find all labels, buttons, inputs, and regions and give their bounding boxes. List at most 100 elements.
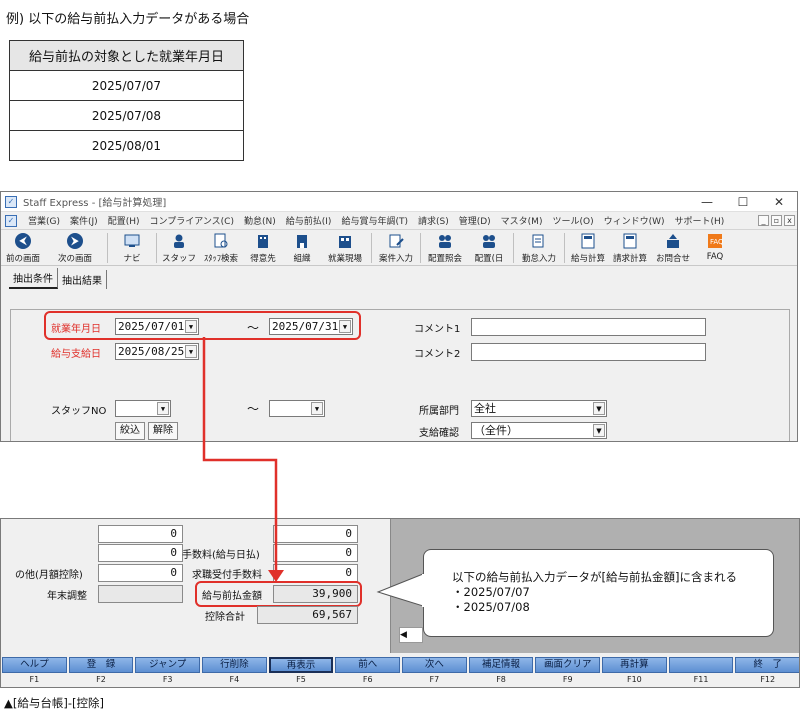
toolbar-faq-button[interactable]: FAQ FAQ [695, 230, 735, 262]
toolbar-label: 請求計算 [612, 254, 647, 264]
example-table-row: 2025/07/07 [9, 70, 244, 101]
svg-text:FAQ: FAQ [710, 238, 723, 246]
toolbar-label: 配置照会 [427, 254, 462, 264]
staff-search-icon [212, 232, 230, 250]
toolbar-back-button[interactable]: ⮜ 前の画面 [1, 230, 45, 264]
staff-no-from-combo[interactable]: ▼ [115, 400, 171, 417]
menu-tools[interactable]: ツール(O) [547, 214, 598, 227]
filter-button[interactable]: 絞込 [115, 422, 145, 440]
deduction-field[interactable]: 0 [98, 544, 183, 562]
child-restore-button[interactable]: ▫ [771, 215, 782, 226]
callout-box: 以下の給与前払入力データが[給与前払金額]に含まれる ・2025/07/07 ・… [422, 549, 774, 637]
toolbar-placement-daily-button[interactable]: 配置(日 [467, 230, 511, 264]
window-title: Staff Express - [給与計算処理] [23, 198, 167, 209]
toolbar-inquiry-button[interactable]: お問合せ [651, 230, 695, 264]
menu-advance-pay[interactable]: 給与前払(I) [281, 214, 337, 227]
dept-combo[interactable]: 全社 ▼ [471, 400, 607, 417]
fkey-clear-screen[interactable]: 画面クリア F9 [535, 657, 601, 686]
child-close-button[interactable]: x [784, 215, 795, 226]
fkey-f11[interactable]: F11 [668, 657, 734, 686]
toolbar-label: 前の画面 [5, 254, 40, 264]
minimize-button[interactable]: — [689, 195, 725, 209]
close-button[interactable]: ✕ [761, 195, 797, 209]
menu-jobs[interactable]: 案件(J) [65, 214, 103, 227]
job-application-fee-field[interactable]: 0 [273, 564, 358, 582]
tab-conditions[interactable]: 抽出条件 [9, 268, 58, 289]
toolbar-label: 組織 [293, 254, 311, 264]
fkey-refresh[interactable]: 再表示 F5 [268, 657, 334, 686]
comment2-field[interactable] [471, 343, 706, 361]
job-application-fee-label: 求職受付手数料 [192, 570, 262, 581]
staff-icon [170, 232, 188, 250]
total-deduction-label: 控除合計 [205, 612, 245, 623]
pay-date-label: 給与支給日 [51, 349, 101, 360]
chevron-down-icon[interactable]: ▼ [593, 424, 605, 437]
menu-billing[interactable]: 請求(S) [413, 214, 454, 227]
fkey-supplement[interactable]: 補足情報 F8 [468, 657, 534, 686]
chevron-down-icon[interactable]: ▼ [311, 402, 323, 415]
menu-attendance[interactable]: 勤怠(N) [239, 214, 281, 227]
fee-daily-pay-field[interactable]: 0 [273, 544, 358, 562]
fkey-next[interactable]: 次へ F7 [402, 657, 467, 686]
dept-label: 所属部門 [419, 406, 459, 417]
toolbar-label: 勤怠入力 [521, 254, 556, 264]
staff-no-label: スタッフNO [51, 406, 107, 417]
pay-date-combo[interactable]: 2025/08/25 ▼ [115, 343, 199, 360]
maximize-button[interactable]: ☐ [725, 195, 761, 209]
toolbar-forward-button[interactable]: ⮞ 次の画面 [45, 230, 105, 264]
fkey-exit[interactable]: 終 了 F12 [735, 657, 799, 686]
toolbar-payroll-calc-button[interactable]: 給与計算 [567, 230, 609, 264]
fkey-previous[interactable]: 前へ F6 [335, 657, 401, 686]
menu-admin[interactable]: 管理(D) [454, 214, 496, 227]
menu-payroll[interactable]: 給与賞与年調(T) [336, 214, 413, 227]
chevron-down-icon[interactable]: ▼ [593, 402, 605, 415]
clear-button[interactable]: 解除 [148, 422, 178, 440]
faq-icon: FAQ [706, 232, 724, 250]
highlight-advance-pay [195, 581, 362, 607]
toolbar-job-entry-button[interactable]: 案件入力 [374, 230, 418, 264]
toolbar-label: 案件入力 [378, 254, 413, 264]
menu-master[interactable]: マスタ(M) [496, 214, 548, 227]
toolbar: ⮜ 前の画面 ⮞ 次の画面 ナビ スタッフ ｽﾀｯﾌ検索 得意先 組織 就業現場… [1, 230, 797, 266]
staff-no-to-combo[interactable]: ▼ [269, 400, 325, 417]
app-icon-small: ✓ [5, 214, 17, 227]
fkey-help[interactable]: ヘルプ F1 [2, 657, 67, 686]
payroll-window-conditions: ✓ Staff Express - [給与計算処理] — ☐ ✕ ✓ 営業(G)… [0, 191, 798, 442]
menu-window[interactable]: ウィンドウ(W) [599, 214, 670, 227]
chevron-down-icon[interactable]: ▼ [185, 345, 197, 358]
menu-bar: ✓ 営業(G) 案件(J) 配置(H) コンプライアンス(C) 勤怠(N) 給与… [1, 212, 797, 230]
comment1-field[interactable] [471, 318, 706, 336]
pay-confirm-combo[interactable]: （全件） ▼ [471, 422, 607, 439]
deduction-field[interactable]: 0 [98, 525, 183, 543]
toolbar-client-button[interactable]: 得意先 [243, 230, 283, 264]
fkey-delete-row[interactable]: 行削除 F4 [202, 657, 267, 686]
tab-results[interactable]: 抽出結果 [58, 270, 107, 289]
toolbar-label: 次の画面 [57, 254, 92, 264]
toolbar-attendance-entry-button[interactable]: 勤怠入力 [516, 230, 562, 264]
window-titlebar: ✓ Staff Express - [給与計算処理] — ☐ ✕ [1, 192, 797, 212]
toolbar-label: 得意先 [250, 254, 276, 264]
menu-compliance[interactable]: コンプライアンス(C) [144, 214, 239, 227]
toolbar-worksite-button[interactable]: 就業現場 [321, 230, 369, 264]
menu-support[interactable]: サポート(H) [670, 214, 730, 227]
fkey-jump[interactable]: ジャンプ F3 [135, 657, 201, 686]
toolbar-staff-search-button[interactable]: ｽﾀｯﾌ検索 [199, 230, 243, 264]
toolbar-organization-button[interactable]: 組織 [283, 230, 321, 264]
menu-placement[interactable]: 配置(H) [103, 214, 145, 227]
deduction-field[interactable]: 0 [273, 525, 358, 543]
tab-strip: 抽出条件 抽出結果 [1, 268, 797, 289]
chevron-down-icon[interactable]: ▼ [157, 402, 169, 415]
fkey-register[interactable]: 登 録 F2 [68, 657, 134, 686]
app-icon: ✓ [5, 195, 17, 208]
other-monthly-deduction-field[interactable]: 0 [98, 564, 183, 582]
fkey-recalculate[interactable]: 再計算 F10 [602, 657, 667, 686]
example-table-row: 2025/08/01 [9, 130, 244, 161]
scroll-left-arrow[interactable]: ◀ [399, 627, 423, 643]
toolbar-placement-inquiry-button[interactable]: 配置照会 [423, 230, 467, 264]
toolbar-staff-button[interactable]: スタッフ [159, 230, 199, 264]
menu-sales[interactable]: 営業(G) [23, 214, 65, 227]
range-separator: ～ [247, 402, 260, 416]
toolbar-navi-button[interactable]: ナビ [110, 230, 154, 264]
child-minimize-button[interactable]: _ [758, 215, 769, 226]
toolbar-billing-calc-button[interactable]: 請求計算 [609, 230, 651, 264]
